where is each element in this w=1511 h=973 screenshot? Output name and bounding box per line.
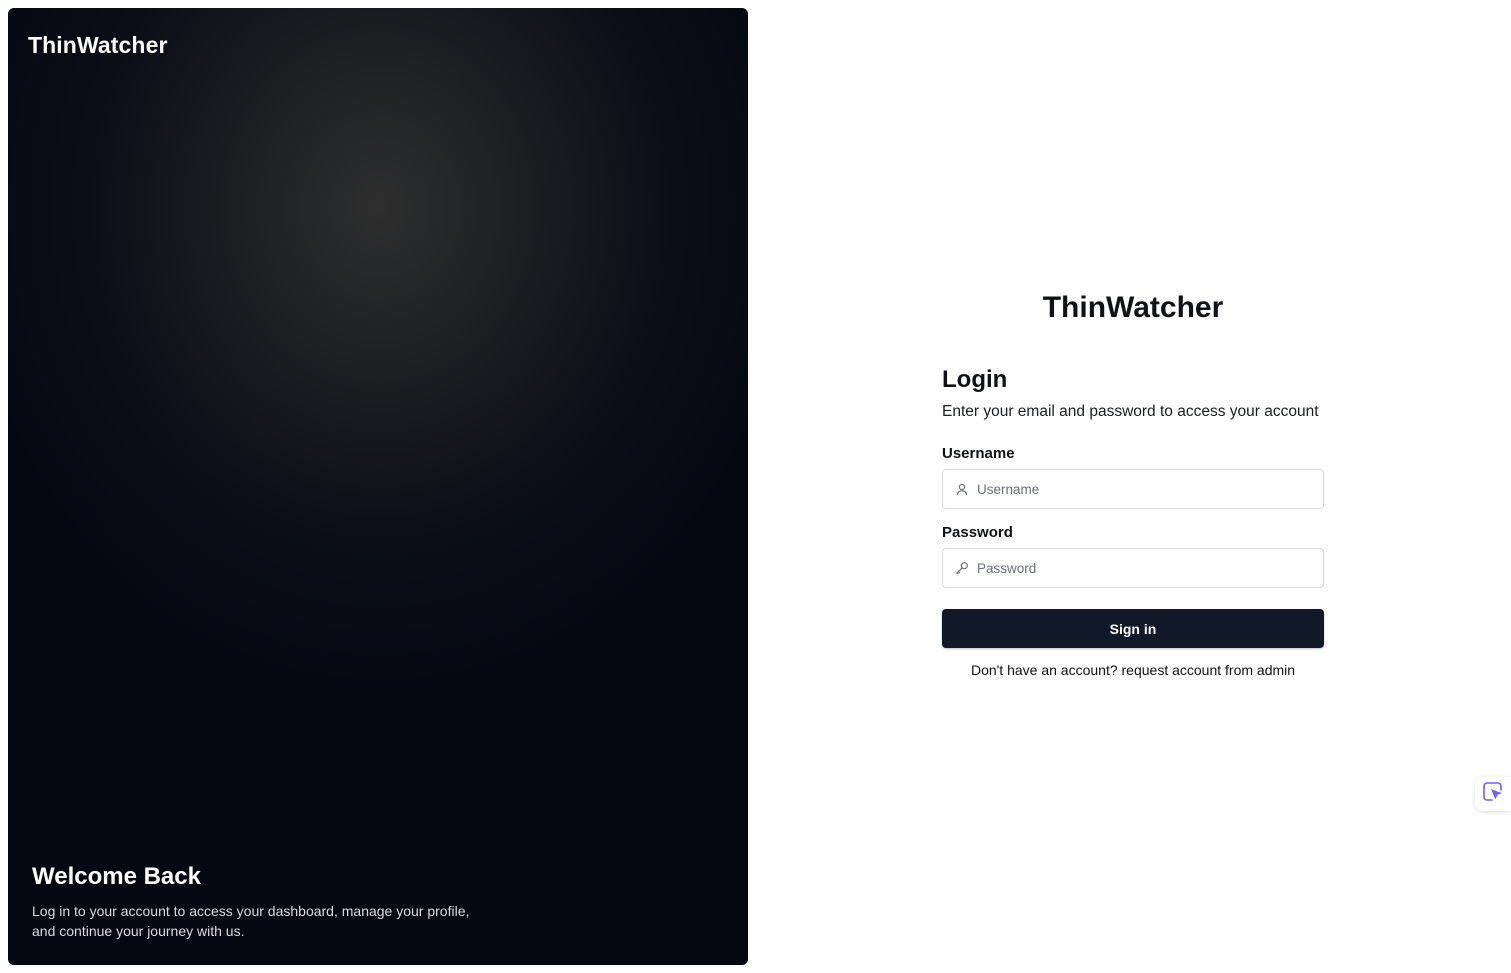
password-input[interactable] [977,560,1297,576]
hero-description: Log in to your account to access your da… [32,901,492,941]
floating-widget-button[interactable] [1475,777,1511,811]
login-subtitle: Enter your email and password to access … [942,403,1319,420]
user-icon [955,482,969,496]
hero-logo: ThinWatcher [28,32,168,58]
username-input[interactable] [977,481,1297,497]
key-icon [955,561,969,575]
username-field[interactable] [942,469,1324,509]
hero-description-line-1: Log in to your account to access your da… [32,903,470,919]
login-heading: Login [942,366,1008,393]
username-label: Username [942,445,1015,462]
hero-panel: ThinWatcher Welcome Back Log in to your … [8,8,748,965]
hero-footer: Welcome Back Log in to your account to a… [32,863,492,941]
cursor-select-icon [1482,781,1504,808]
brand-title: ThinWatcher [1042,291,1224,324]
hero-title: Welcome Back [32,863,201,890]
hero-description-line-2: and continue your journey with us. [32,923,245,939]
request-account-note: Don't have an account? request account f… [970,662,1296,678]
login-panel: ThinWatcher Login Enter your email and p… [942,288,1324,678]
password-field[interactable] [942,548,1324,588]
password-label: Password [942,524,1013,541]
sign-in-button[interactable]: Sign in [942,609,1324,648]
